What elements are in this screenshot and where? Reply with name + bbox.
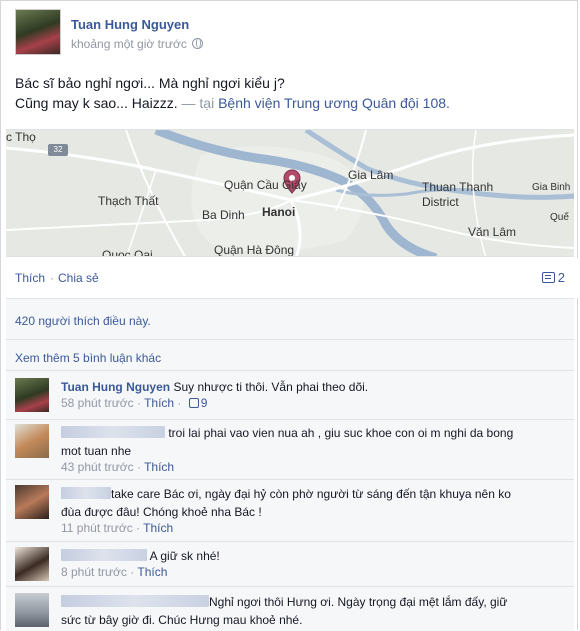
comment-time[interactable]: 11 phút trước xyxy=(61,521,133,535)
map-label-gia-binh: Gia Binh xyxy=(532,182,571,193)
comment-body-line-2: đùa được đâu! Chóng khoẻ nha Bác ! xyxy=(61,505,262,519)
status-at: — tại xyxy=(181,95,215,111)
map-label-thuan-thanh: Thuan Thanh xyxy=(422,180,494,194)
commenter-name-blurred[interactable] xyxy=(61,426,165,438)
comment-body: Suy nhược ti thôi. Vẫn phai theo dõi. xyxy=(170,380,369,394)
globe-icon[interactable] xyxy=(191,38,203,49)
commenter-name-blurred[interactable] xyxy=(61,595,209,607)
divider xyxy=(6,370,574,371)
comment-body-line-1: take care Bác ơi, ngày đại hỷ còn phờ ng… xyxy=(111,487,511,501)
post-status: Bác sĩ bảo nghỉ ngơi... Mà nghỉ ngơi kiể… xyxy=(15,73,565,113)
commenter-name-blurred[interactable] xyxy=(61,487,111,499)
comment-body-line-1: troi lai phai vao vien nua ah , giu suc … xyxy=(168,426,514,440)
comment-count-value[interactable]: 2 xyxy=(558,270,565,285)
map-label-quoc-oai: Quoc Oai xyxy=(102,248,153,257)
commenter-avatar[interactable] xyxy=(15,593,49,627)
map-label-quan-ha-dong: Quận Hà Đông xyxy=(214,243,295,257)
likes-summary[interactable]: 420 người thích điều này. xyxy=(15,314,151,328)
post-time-text[interactable]: khoảng một giờ trước xyxy=(71,37,187,51)
thumbs-up-icon xyxy=(188,398,199,408)
comment-text: A giữ sk nhé! xyxy=(61,547,551,565)
post-time[interactable]: khoảng một giờ trước xyxy=(71,37,203,51)
divider xyxy=(6,479,574,480)
comment-body-line-1: A giữ sk nhé! xyxy=(149,549,220,563)
map-road-badge: 32 xyxy=(48,144,68,156)
divider xyxy=(6,541,574,542)
comment-text: take care Bác ơi, ngày đại hỷ còn phờ ng… xyxy=(61,485,551,521)
commenter-avatar[interactable] xyxy=(15,485,49,519)
commenter-avatar[interactable] xyxy=(15,424,49,458)
feedback-section: 420 người thích điều này. Xem thêm 5 bìn… xyxy=(6,298,574,631)
location-map[interactable]: c Thọ 32 Quận Cầu Giấy Gia Lâm Thuan Tha… xyxy=(6,129,574,257)
map-label-quan-cau-giay: Quận Cầu Giấy xyxy=(224,178,307,192)
map-label-hanoi: Hanoi xyxy=(262,205,296,219)
map-label-gia-lam: Gia Lâm xyxy=(348,168,394,182)
comment-like-link[interactable]: Thích xyxy=(144,396,174,410)
map-label-que: Quế xyxy=(550,212,569,223)
map-label-district: District xyxy=(422,195,459,209)
map-label-c-tho: c Thọ xyxy=(6,130,36,144)
post-actions: Thích · Chia sẻ 2 xyxy=(1,258,579,298)
comment-time[interactable]: 8 phút trước xyxy=(61,565,127,579)
comment-like-link[interactable]: Thích xyxy=(143,521,173,535)
action-separator: · xyxy=(50,271,54,285)
commenter-name[interactable]: Tuan Hung Nguyen xyxy=(61,380,170,394)
comment-text: troi lai phai vao vien nua ah , giu suc … xyxy=(61,424,551,460)
comment-text: Tuan Hung Nguyen Suy nhược ti thôi. Vẫn … xyxy=(61,378,551,396)
comment-time[interactable]: 43 phút trước xyxy=(61,460,134,474)
comment-like-link[interactable]: Thích xyxy=(144,460,174,474)
post-card: Tuan Hung Nguyen khoảng một giờ trước Bá… xyxy=(0,0,579,631)
map-label-thach-that: Thạch Thất xyxy=(98,194,159,208)
commenter-avatar[interactable] xyxy=(15,547,49,581)
commenter-avatar[interactable] xyxy=(15,378,49,412)
comment-meta: 8 phút trước · Thích xyxy=(61,565,168,579)
view-more-comments[interactable]: Xem thêm 5 bình luận khác xyxy=(15,351,161,365)
comment-time[interactable]: 58 phút trước xyxy=(61,396,134,410)
divider xyxy=(6,419,574,420)
like-link[interactable]: Thích xyxy=(15,271,45,285)
comment-text: Nghỉ ngơi thôi Hưng ơi. Ngày trọng đại m… xyxy=(61,593,551,629)
commenter-name-blurred[interactable] xyxy=(61,549,147,561)
comment-count[interactable]: 2 xyxy=(541,270,565,285)
status-line-1: Bác sĩ bảo nghỉ ngơi... Mà nghỉ ngơi kiể… xyxy=(15,75,285,91)
comment-body-line-2: mot tuan nhe xyxy=(61,444,132,458)
comment-like-link[interactable]: Thích xyxy=(137,565,167,579)
map-label-ba-dinh: Ba Dinh xyxy=(202,208,245,222)
share-link[interactable]: Chia sẻ xyxy=(58,271,99,285)
divider xyxy=(6,586,574,587)
divider xyxy=(6,339,574,340)
post-header: Tuan Hung Nguyen khoảng một giờ trước xyxy=(15,9,565,55)
comment-body-line-2: sức từ bây giờ đi. Chúc Hưng mau khoẻ nh… xyxy=(61,613,303,627)
comment-body-line-1: Nghỉ ngơi thôi Hưng ơi. Ngày trọng đại m… xyxy=(209,595,508,609)
place-link[interactable]: Bệnh viện Trung ương Quân đội 108. xyxy=(218,95,450,111)
map-label-van-lam: Văn Lâm xyxy=(468,225,517,239)
comment-meta: 43 phút trước · Thích xyxy=(61,460,175,474)
author-avatar[interactable] xyxy=(15,9,61,55)
comment-meta: 58 phút trước · Thích · 9 xyxy=(61,396,208,410)
comment-meta: 11 phút trước · Thích xyxy=(61,521,174,535)
author-name[interactable]: Tuan Hung Nguyen xyxy=(71,17,189,32)
status-line-2: Cũng may k sao... Haizzz. — tại Bệnh việ… xyxy=(15,93,565,113)
comment-icon[interactable] xyxy=(541,272,555,283)
comment-like-count[interactable]: 9 xyxy=(201,396,208,410)
status-line-2-text: Cũng may k sao... Haizzz. xyxy=(15,95,178,111)
